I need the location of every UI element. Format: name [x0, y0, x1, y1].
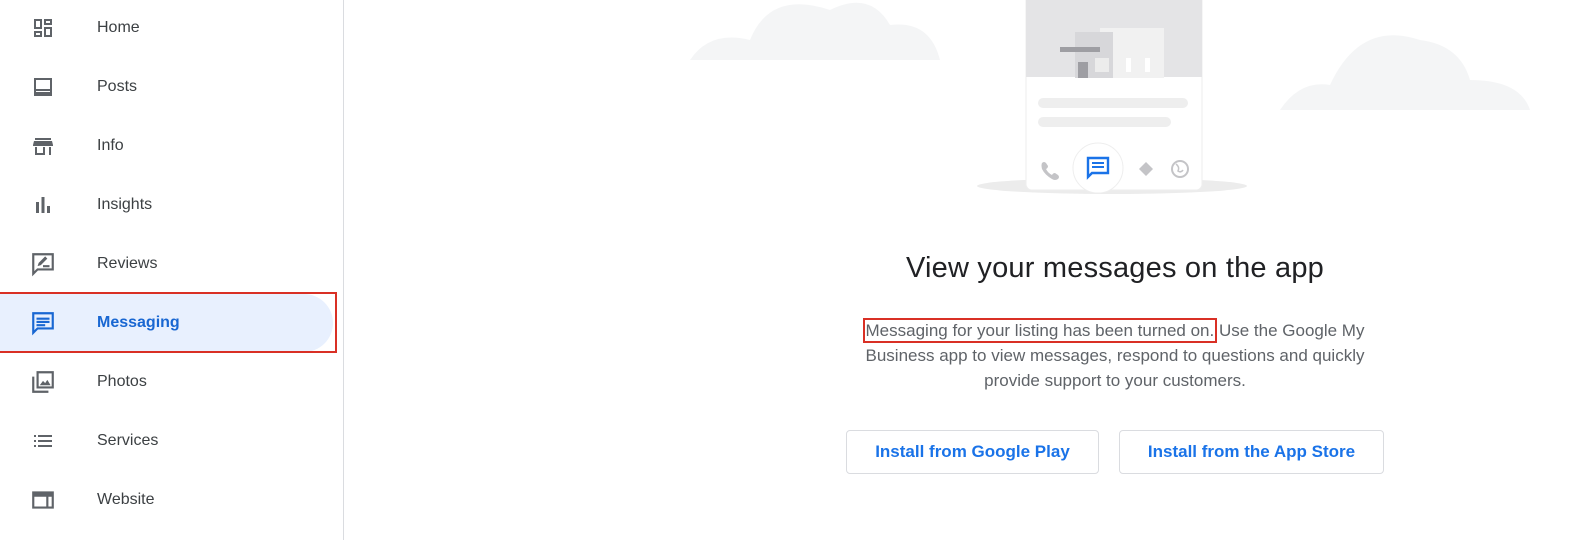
- web-icon: [29, 486, 57, 514]
- description-text: Messaging for your listing has been turn…: [858, 318, 1372, 393]
- sidebar-item-label: Info: [97, 137, 124, 154]
- sidebar-item-label: Photos: [97, 373, 147, 390]
- sidebar-nav: Home Posts Info Insights Reviews Messagi…: [0, 0, 344, 540]
- sidebar-item-label: Posts: [97, 78, 138, 95]
- storefront-icon: [29, 132, 57, 160]
- sidebar-item-info[interactable]: Info: [0, 117, 333, 175]
- rate-review-icon: [29, 250, 57, 278]
- sidebar-item-services[interactable]: Services: [0, 412, 333, 470]
- photo-library-icon: [29, 368, 57, 396]
- posts-icon: [29, 73, 57, 101]
- chat-icon: [29, 309, 57, 337]
- bar-chart-icon: [29, 191, 57, 219]
- sidebar-item-messaging[interactable]: Messaging: [0, 294, 333, 352]
- sidebar-item-posts[interactable]: Posts: [0, 58, 333, 116]
- sidebar-item-reviews[interactable]: Reviews: [0, 235, 333, 293]
- sidebar-item-label: Website: [97, 491, 155, 508]
- install-app-store-button[interactable]: Install from the App Store: [1119, 430, 1384, 474]
- sidebar-item-label: Services: [97, 432, 159, 449]
- page-title: View your messages on the app: [906, 252, 1324, 284]
- sidebar-item-insights[interactable]: Insights: [0, 176, 333, 234]
- sidebar-item-home[interactable]: Home: [0, 0, 333, 57]
- sidebar-item-website[interactable]: Website: [0, 471, 333, 529]
- sidebar-item-label: Home: [97, 19, 140, 36]
- sidebar-item-label: Insights: [97, 196, 153, 213]
- highlighted-sentence: Messaging for your listing has been turn…: [862, 318, 1218, 343]
- dashboard-icon: [29, 14, 57, 42]
- install-google-play-button[interactable]: Install from Google Play: [846, 430, 1099, 474]
- sidebar-item-photos[interactable]: Photos: [0, 353, 333, 411]
- sidebar-item-label: Reviews: [97, 255, 158, 272]
- list-icon: [29, 427, 57, 455]
- sidebar-item-label: Messaging: [97, 314, 180, 331]
- messaging-illustration: [690, 0, 1530, 194]
